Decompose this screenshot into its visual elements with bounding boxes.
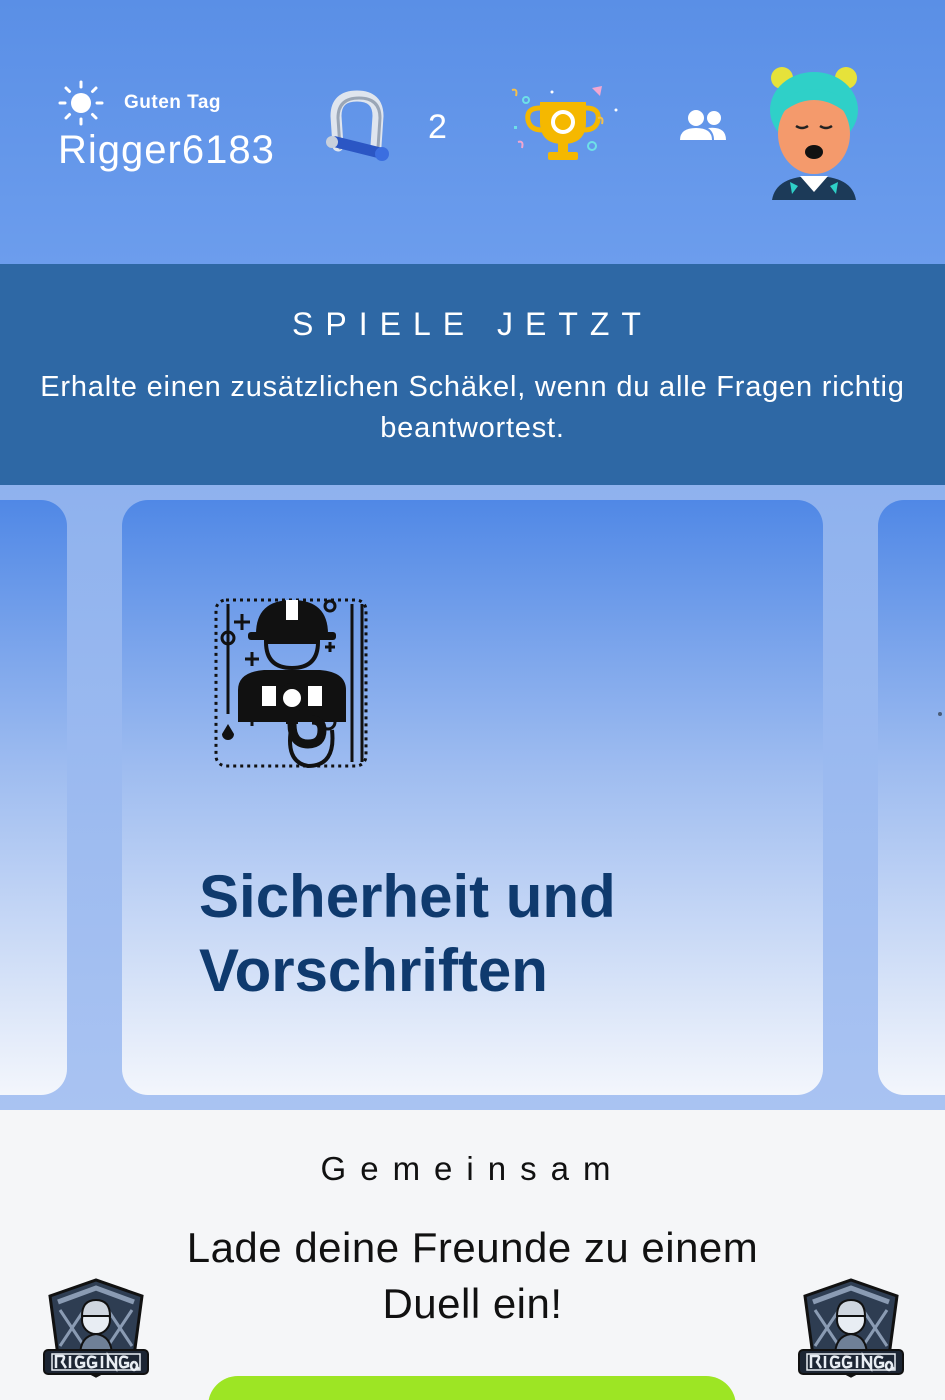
- invite-text: Lade deine Freunde zu einem Duell ein!: [186, 1224, 759, 1327]
- trophy-icon[interactable]: [504, 82, 622, 166]
- invite-button[interactable]: [208, 1376, 736, 1400]
- category-title: Sicherheit und Vorschriften: [199, 863, 616, 1004]
- promo-title: SPIELE JETZT: [292, 306, 653, 342]
- username[interactable]: Rigger6183: [58, 128, 275, 173]
- shackle-count: 2: [428, 108, 447, 146]
- category-carousel[interactable]: Sicherheit und Vorschriften: [0, 485, 945, 1110]
- card-next[interactable]: [878, 500, 945, 1095]
- greeting-row: Guten Tag: [58, 80, 221, 126]
- riggingquiz-logo: [43, 1278, 149, 1378]
- category-card[interactable]: Sicherheit und Vorschriften: [122, 500, 823, 1095]
- avatar[interactable]: [762, 64, 866, 200]
- greeting-label: Guten Tag: [124, 92, 222, 113]
- page-indicator-dot: [938, 712, 942, 716]
- riggingquiz-logo: [798, 1278, 904, 1378]
- rigger-hook-icon: [214, 598, 368, 769]
- section-title: Gemeinsam: [320, 1150, 625, 1187]
- promo-text: Erhalte einen zusätzlichen Schäkel, wenn…: [40, 371, 905, 444]
- shackle-icon[interactable]: [322, 88, 392, 168]
- sun-icon: [58, 80, 104, 126]
- friends-icon[interactable]: [678, 108, 728, 144]
- card-previous[interactable]: [0, 500, 67, 1095]
